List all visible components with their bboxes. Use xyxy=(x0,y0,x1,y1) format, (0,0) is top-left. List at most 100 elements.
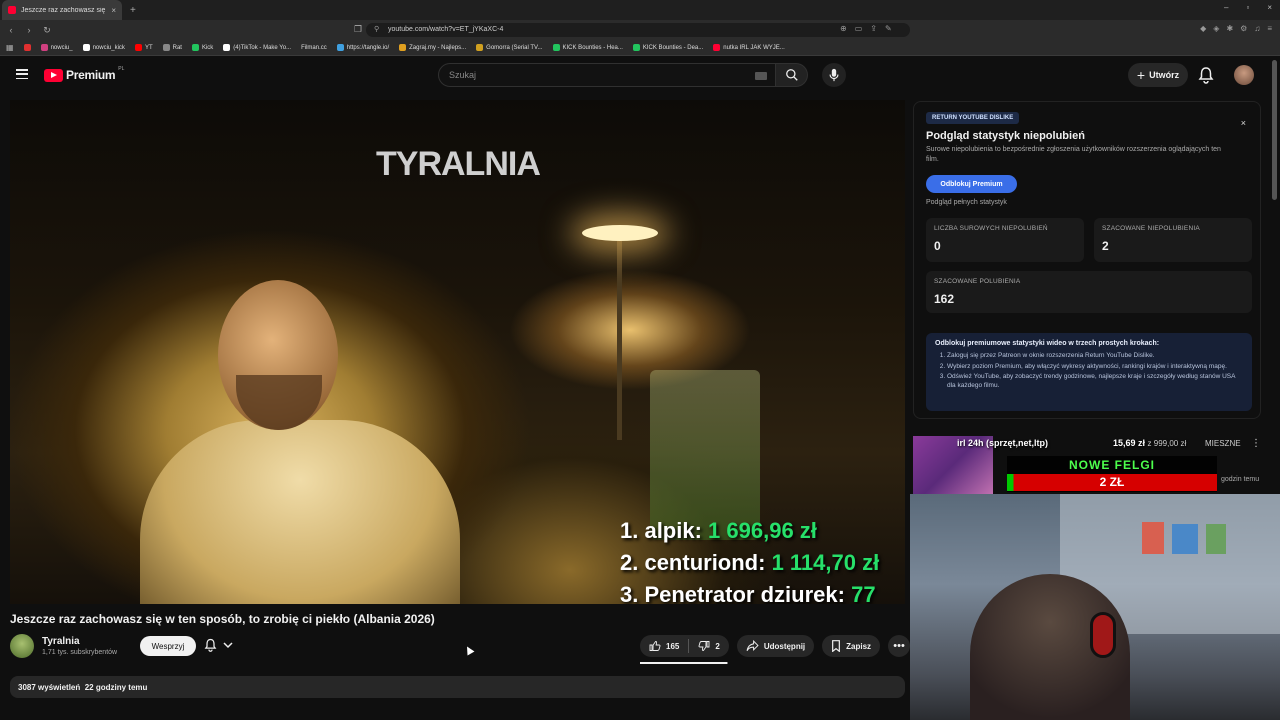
bookmark-item[interactable]: (4)TikTok - Make Yo... xyxy=(223,44,291,51)
bookmark-item[interactable]: nowciu_ xyxy=(40,44,73,51)
bookmark-item[interactable]: Gomorra (Serial TV... xyxy=(476,44,543,51)
like-count: 165 xyxy=(666,641,680,651)
extension-icon[interactable]: ◆ xyxy=(1200,24,1206,33)
back-icon[interactable]: ‹ xyxy=(4,25,18,35)
close-icon[interactable]: × xyxy=(1241,118,1246,128)
banner-title: NOWE FELGI xyxy=(1069,458,1155,472)
address-bar[interactable]: ⚲ youtube.com/watch?v=ET_jYKaXC-4 xyxy=(366,23,910,37)
bookmark-item[interactable]: nowciu_kick xyxy=(82,44,125,51)
plus-icon: + xyxy=(1136,67,1146,83)
hamburger-menu-icon[interactable] xyxy=(16,69,28,79)
bookmark-item[interactable]: https://tangle.io/ xyxy=(336,44,389,51)
more-vertical-icon[interactable]: ⋮ xyxy=(1251,438,1261,449)
bookmark-label: nowciu_ xyxy=(50,44,73,51)
url-text: youtube.com/watch?v=ET_jYKaXC-4 xyxy=(388,26,504,33)
description-box[interactable]: 3087 wyświetleń 22 godziny temu xyxy=(10,676,905,698)
media-icon[interactable]: ♫ xyxy=(1254,24,1260,33)
channel-avatar[interactable] xyxy=(10,634,34,658)
leaderboard-amount: 1 114,70 zł xyxy=(771,550,880,575)
ryd-subtitle: Surowe niepolubienia to bezpośrednie zgł… xyxy=(926,146,1221,163)
keyboard-icon[interactable] xyxy=(755,72,767,80)
logo-text: Premium xyxy=(66,68,116,82)
thumbs-up-icon xyxy=(649,640,661,651)
bookmark-item[interactable]: KICK Bounties - Dea... xyxy=(632,44,704,51)
share-page-icon[interactable]: ⇪ xyxy=(870,24,877,33)
support-button[interactable]: Wesprzyj xyxy=(140,636,196,656)
maximize-icon[interactable]: ▫ xyxy=(1246,3,1249,12)
like-button[interactable]: 165 xyxy=(640,635,688,657)
webcam-poster xyxy=(1206,524,1226,554)
bookmark-label: KICK Bounties - Dea... xyxy=(642,44,704,51)
bookmark-favicon-icon xyxy=(23,44,31,51)
menu-icon[interactable]: ≡ xyxy=(1267,24,1272,33)
bookmark-item[interactable]: YT xyxy=(134,44,153,51)
search-icon xyxy=(785,69,798,81)
video-player[interactable]: TYRALNIA 1. alpik: 1 696,96 zł 2. centur… xyxy=(10,100,905,604)
site-info-icon[interactable]: ⚲ xyxy=(374,23,379,37)
channel-name[interactable]: Tyralnia xyxy=(42,636,117,647)
bookmark-item[interactable] xyxy=(23,44,31,51)
create-button[interactable]: + Utwórz xyxy=(1128,63,1188,87)
bookmark-item[interactable]: nutka IRL JAK WYJE... xyxy=(713,44,785,51)
tab-title: Jeszcze raz zachowasz się w t... xyxy=(21,6,106,14)
stat-card-estimated-likes: SZACOWANE POLUBIENIA 162 xyxy=(926,271,1252,313)
subscription-bell-button[interactable] xyxy=(204,638,233,652)
bookmark-item[interactable]: Rat xyxy=(162,44,182,51)
video-actions: 165 2 Udostępnij Zapisz ••• xyxy=(640,635,911,657)
cast-icon[interactable]: ▭ xyxy=(855,24,863,33)
browser-tab-active[interactable]: Jeszcze raz zachowasz się w t... × xyxy=(2,0,122,20)
search-button[interactable] xyxy=(776,63,808,87)
save-button[interactable]: Zapisz xyxy=(822,635,881,657)
microphone-icon xyxy=(829,68,839,82)
more-horizontal-icon: ••• xyxy=(893,640,905,652)
youtube-premium-logo[interactable]: Premium PL xyxy=(44,66,124,82)
share-button[interactable]: Udostępnij xyxy=(736,635,815,657)
bookmark-page-icon[interactable]: ❐ xyxy=(354,24,362,35)
new-tab-icon[interactable]: + xyxy=(130,5,136,16)
extension-icon[interactable]: ◈ xyxy=(1213,24,1219,33)
tiktok-icon xyxy=(223,44,231,51)
leaderboard-amount: 77 xyxy=(851,582,876,604)
tab-close-icon[interactable]: × xyxy=(111,6,116,15)
kick-icon xyxy=(552,44,560,51)
dislike-button[interactable]: 2 xyxy=(689,635,728,657)
step-item: Odśwież YouTube, aby zobaczyć trendy god… xyxy=(947,373,1243,390)
minimize-icon[interactable]: – xyxy=(1224,3,1228,12)
share-label: Udostępnij xyxy=(763,641,806,651)
forward-icon[interactable]: › xyxy=(22,25,36,35)
unlock-premium-button[interactable]: Odblokuj Premium xyxy=(926,175,1017,193)
view-count: 3087 wyświetleń xyxy=(18,683,81,692)
window-controls: – ▫ × xyxy=(1224,3,1272,12)
more-actions-button[interactable]: ••• xyxy=(888,635,911,657)
tangle-icon xyxy=(336,44,344,51)
youtube-icon xyxy=(713,44,721,51)
goal-title: irl 24h (sprzęt,net,ltp) xyxy=(957,438,1049,448)
leaderboard-amount: 1 696,96 zł xyxy=(708,518,817,543)
reload-icon[interactable]: ↻ xyxy=(40,25,54,36)
kick-icon xyxy=(191,44,199,51)
bookmark-item[interactable]: Zagraj.my - Najleps... xyxy=(399,44,466,51)
page-scrollbar[interactable] xyxy=(1272,60,1277,200)
bookmark-item[interactable]: Filman.cc xyxy=(301,45,327,51)
bookmark-label: Filman.cc xyxy=(301,44,327,51)
zoom-icon[interactable]: ⊕ xyxy=(840,24,847,33)
extensions-puzzle-icon[interactable]: ⚙ xyxy=(1240,24,1247,33)
preview-stats-link[interactable]: Podgląd pełnych statystyk xyxy=(926,199,1007,206)
extension-icon[interactable]: ✱ xyxy=(1226,24,1233,33)
bookmark-item[interactable]: KICK Bounties - Hea... xyxy=(552,44,623,51)
video-watermark: TYRALNIA xyxy=(376,145,541,183)
bookmark-item[interactable]: Kick xyxy=(191,44,213,51)
notifications-bell-icon[interactable] xyxy=(1198,66,1214,84)
leaderboard-name: 3. Penetrator dziurek: xyxy=(620,582,852,604)
search-input[interactable]: Szukaj xyxy=(438,63,776,87)
ryd-title: Podgląd statystyk niepolubień xyxy=(926,130,1085,142)
video-title: Jeszcze raz zachowasz się w ten sposób, … xyxy=(10,612,435,626)
apps-grid-icon[interactable]: ▦ xyxy=(6,43,14,52)
window-close-icon[interactable]: × xyxy=(1267,3,1272,12)
like-ratio-fill xyxy=(640,662,727,664)
premium-steps-box: Odblokuj premiumowe statystyki wideo w t… xyxy=(926,333,1252,411)
edit-icon[interactable]: ✎ xyxy=(885,24,892,33)
user-avatar[interactable] xyxy=(1234,65,1254,85)
zagraj-icon xyxy=(399,44,407,51)
voice-search-button[interactable] xyxy=(822,63,846,87)
